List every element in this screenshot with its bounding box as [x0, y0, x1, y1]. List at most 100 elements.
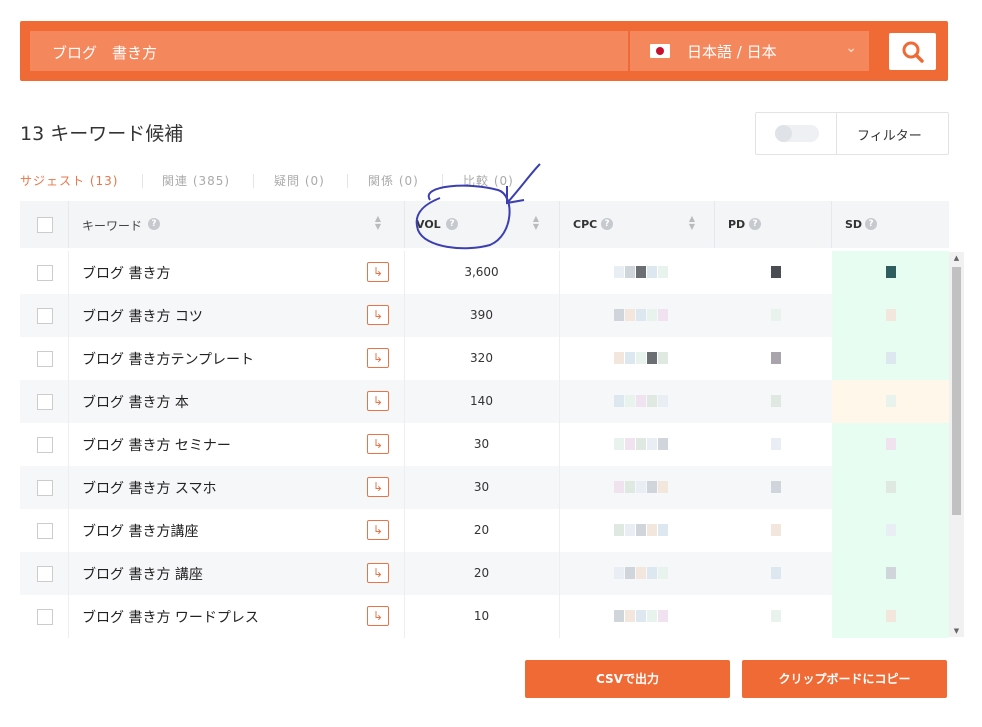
- keyword-text[interactable]: ブログ 書き方: [82, 263, 170, 283]
- obscured-pixel: [647, 481, 657, 493]
- row-checkbox[interactable]: [37, 437, 53, 453]
- column-keyword[interactable]: キーワード: [82, 217, 142, 234]
- row-checkbox[interactable]: [37, 265, 53, 281]
- help-icon[interactable]: ?: [148, 218, 160, 230]
- copy-clipboard-button[interactable]: クリップボードにコピー: [742, 660, 947, 698]
- filter-button[interactable]: フィルター: [857, 125, 922, 144]
- obscured-pixel: [886, 395, 896, 407]
- row-checkbox-cell: [20, 466, 68, 509]
- help-icon[interactable]: ?: [601, 218, 613, 230]
- help-icon[interactable]: ?: [749, 218, 761, 230]
- obscured-pixel: [771, 309, 781, 321]
- row-checkbox-cell: [20, 337, 68, 380]
- obscured-pixel: [625, 309, 635, 321]
- keyword-text[interactable]: ブログ 書き方 セミナー: [82, 435, 231, 455]
- open-keyword-icon[interactable]: ↳: [367, 391, 389, 411]
- obscured-pixel: [625, 481, 635, 493]
- obscured-pixel: [636, 610, 646, 622]
- scroll-up-arrow[interactable]: ▲: [952, 254, 961, 262]
- cpc-cell-blurred: [559, 509, 714, 552]
- row-checkbox[interactable]: [37, 523, 53, 539]
- column-divider: [68, 201, 69, 248]
- keyword-text[interactable]: ブログ 書き方 スマホ: [82, 478, 216, 498]
- table-row[interactable]: ブログ 書き方 ワードプレス ↳ 10: [20, 595, 949, 638]
- column-pd[interactable]: PD: [728, 218, 745, 231]
- table-row[interactable]: ブログ 書き方講座 ↳ 20: [20, 509, 949, 552]
- language-select[interactable]: 日本語 / 日本 ⌄: [630, 31, 869, 71]
- pd-cell-blurred: [714, 552, 832, 595]
- cpc-cell-blurred: [559, 595, 714, 638]
- keyword-text[interactable]: ブログ 書き方 コツ: [82, 306, 203, 326]
- sort-icon[interactable]: ▲ ▼: [687, 215, 697, 233]
- column-cpc[interactable]: CPC: [573, 218, 597, 231]
- row-checkbox[interactable]: [37, 351, 53, 367]
- column-sd[interactable]: SD: [845, 218, 862, 231]
- pd-cell-blurred: [714, 251, 832, 294]
- sd-cell-blurred: [832, 294, 949, 337]
- table-row[interactable]: ブログ 書き方 講座 ↳ 20: [20, 552, 949, 595]
- row-checkbox[interactable]: [37, 480, 53, 496]
- cpc-cell-blurred: [559, 466, 714, 509]
- obscured-pixel: [614, 352, 624, 364]
- table-row[interactable]: ブログ 書き方 コツ ↳ 390: [20, 294, 949, 337]
- search-input[interactable]: [50, 31, 624, 73]
- obscured-pixel: [647, 610, 657, 622]
- volume-value: 320: [470, 351, 493, 365]
- row-checkbox[interactable]: [37, 308, 53, 324]
- tab-divider: [142, 174, 143, 188]
- tab-suggest[interactable]: サジェスト (13): [20, 172, 118, 189]
- table-scrollbar[interactable]: ▲ ▼: [949, 252, 964, 637]
- filter-toggle[interactable]: [775, 125, 819, 142]
- select-all-checkbox[interactable]: [37, 217, 53, 233]
- volume-value: 30: [473, 480, 490, 494]
- sort-icon[interactable]: ▲ ▼: [531, 215, 541, 233]
- open-keyword-icon[interactable]: ↳: [367, 606, 389, 626]
- sort-icon[interactable]: ▲ ▼: [373, 215, 383, 233]
- obscured-pixel: [614, 309, 624, 321]
- scroll-down-arrow[interactable]: ▼: [952, 627, 961, 635]
- keyword-text[interactable]: ブログ 書き方 ワードプレス: [82, 607, 259, 627]
- open-keyword-icon[interactable]: ↳: [367, 262, 389, 282]
- cpc-cell-blurred: [559, 251, 714, 294]
- keyword-text[interactable]: ブログ 書き方 本: [82, 392, 189, 412]
- obscured-pixel: [636, 567, 646, 579]
- tab-related[interactable]: 関連 (385): [162, 172, 230, 189]
- keyword-text[interactable]: ブログ 書き方 講座: [82, 564, 203, 584]
- table-row[interactable]: ブログ 書き方 セミナー ↳ 30: [20, 423, 949, 466]
- obscured-pixel: [771, 266, 781, 278]
- table-row[interactable]: ブログ 書き方テンプレート ↳ 320: [20, 337, 949, 380]
- open-keyword-icon[interactable]: ↳: [367, 477, 389, 497]
- row-checkbox[interactable]: [37, 394, 53, 410]
- column-divider: [559, 201, 560, 248]
- obscured-pixel: [636, 266, 646, 278]
- help-icon[interactable]: ?: [446, 218, 458, 230]
- export-csv-button[interactable]: CSVで出力: [525, 660, 730, 698]
- row-checkbox-cell: [20, 294, 68, 337]
- row-checkbox[interactable]: [37, 566, 53, 582]
- open-keyword-icon[interactable]: ↳: [367, 305, 389, 325]
- help-icon[interactable]: ?: [865, 218, 877, 230]
- keyword-text[interactable]: ブログ 書き方テンプレート: [82, 349, 254, 369]
- row-checkbox-cell: [20, 595, 68, 638]
- open-keyword-icon[interactable]: ↳: [367, 520, 389, 540]
- column-divider: [68, 380, 69, 423]
- open-keyword-icon[interactable]: ↳: [367, 434, 389, 454]
- table-row[interactable]: ブログ 書き方 ↳ 3,600: [20, 251, 949, 294]
- pd-cell-blurred: [714, 337, 832, 380]
- row-checkbox[interactable]: [37, 609, 53, 625]
- keyword-text[interactable]: ブログ 書き方講座: [82, 521, 198, 541]
- open-keyword-icon[interactable]: ↳: [367, 348, 389, 368]
- search-button[interactable]: [889, 33, 936, 70]
- tab-relations[interactable]: 関係 (0): [368, 172, 419, 189]
- tab-questions[interactable]: 疑問 (0): [274, 172, 325, 189]
- table-row[interactable]: ブログ 書き方 スマホ ↳ 30: [20, 466, 949, 509]
- column-vol[interactable]: VOL: [416, 218, 441, 231]
- row-checkbox-cell: [20, 423, 68, 466]
- table-row[interactable]: ブログ 書き方 本 ↳ 140: [20, 380, 949, 423]
- scroll-thumb[interactable]: [952, 267, 961, 515]
- tab-comparison[interactable]: 比較 (0): [463, 172, 514, 189]
- column-divider: [68, 251, 69, 294]
- open-keyword-icon[interactable]: ↳: [367, 563, 389, 583]
- obscured-pixel: [625, 610, 635, 622]
- pd-cell-blurred: [714, 380, 832, 423]
